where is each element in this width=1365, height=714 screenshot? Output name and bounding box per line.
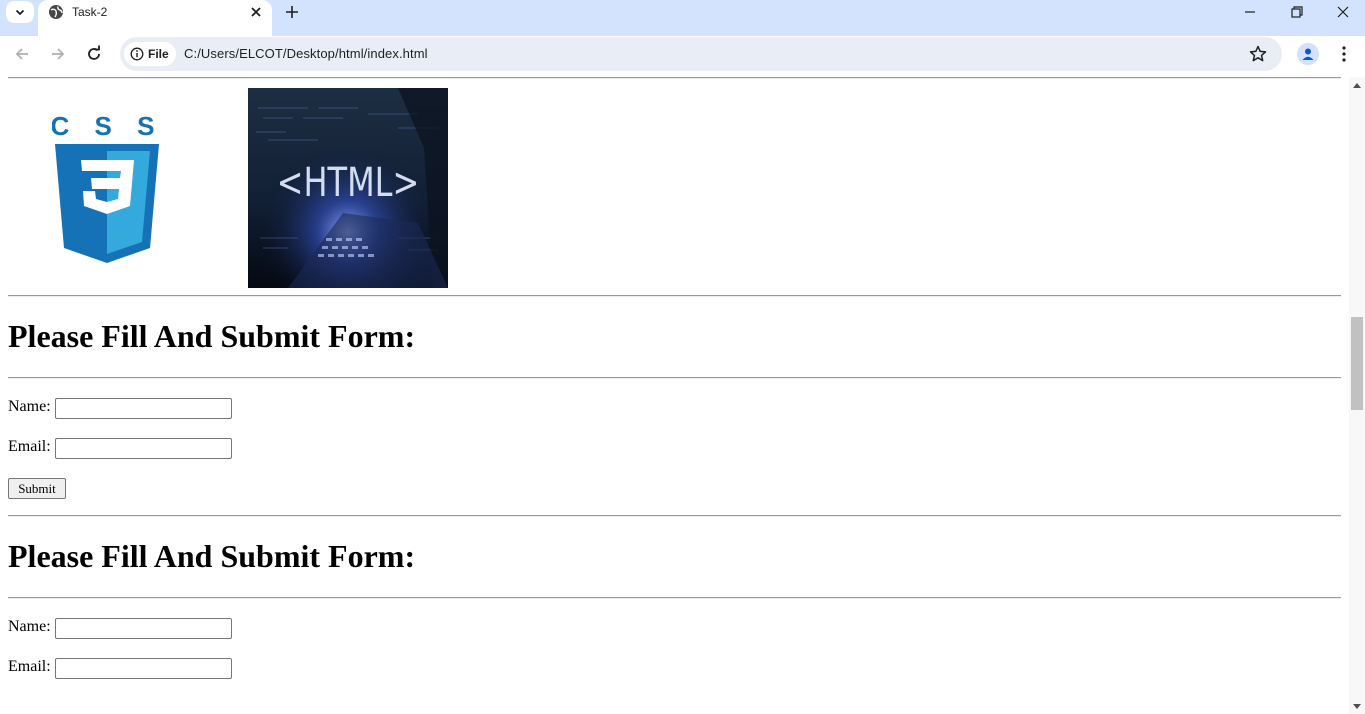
email-input[interactable] [55, 438, 232, 459]
name-label: Name: [8, 618, 51, 635]
site-info-chip[interactable]: File [124, 42, 176, 66]
name-label: Name: [8, 398, 51, 415]
divider [8, 295, 1341, 297]
divider [8, 77, 1341, 79]
html-image-text: <HTML> [277, 158, 420, 205]
email-input[interactable] [55, 658, 232, 679]
url-text[interactable]: C:/Users/ELCOT/Desktop/html/index.html [184, 46, 428, 61]
browser-toolbar: File C:/Users/ELCOT/Desktop/html/index.h… [0, 36, 1365, 74]
active-tab[interactable]: Task-2 [38, 0, 272, 36]
profile-button[interactable] [1297, 43, 1319, 65]
star-icon[interactable] [1248, 44, 1268, 64]
minimize-icon[interactable] [1240, 2, 1260, 22]
submit-button[interactable]: Submit [8, 478, 66, 499]
close-window-icon[interactable] [1333, 2, 1353, 22]
arrow-right-icon[interactable] [48, 44, 68, 64]
html-laptop-image: <HTML> [248, 88, 448, 288]
page-viewport: C S S <HTML> Please Fill And Submit Form… [0, 77, 1349, 714]
tab-title: Task-2 [72, 5, 108, 19]
scrollbar-thumb[interactable] [1351, 317, 1363, 410]
address-bar[interactable]: File C:/Users/ELCOT/Desktop/html/index.h… [120, 37, 1282, 71]
email-label: Email: [8, 658, 51, 675]
tab-strip: Task-2 [0, 0, 1365, 36]
name-input[interactable] [55, 618, 232, 639]
restore-icon[interactable] [1287, 2, 1307, 22]
chevron-down-icon [15, 9, 25, 16]
reload-icon[interactable] [84, 44, 104, 64]
css-logo-text: C S S [52, 111, 162, 141]
plus-icon[interactable] [282, 2, 302, 22]
page-scrollbar[interactable] [1349, 77, 1365, 714]
divider [8, 597, 1341, 599]
kebab-menu-icon[interactable] [1334, 44, 1354, 64]
close-icon[interactable] [248, 4, 264, 20]
info-icon [130, 47, 144, 61]
email-label: Email: [8, 438, 51, 455]
scroll-down-arrow-icon[interactable] [1353, 704, 1361, 710]
form-heading: Please Fill And Submit Form: [8, 318, 416, 354]
css3-logo: C S S [52, 111, 162, 263]
person-icon [1302, 48, 1314, 60]
tab-search-button[interactable] [6, 1, 34, 23]
scroll-up-arrow-icon[interactable] [1353, 82, 1361, 88]
arrow-left-icon[interactable] [12, 44, 32, 64]
site-chip-label: File [148, 47, 169, 61]
name-input[interactable] [55, 398, 232, 419]
globe-icon [49, 5, 63, 19]
form-heading: Please Fill And Submit Form: [8, 538, 416, 574]
divider [8, 377, 1341, 379]
divider [8, 515, 1341, 517]
